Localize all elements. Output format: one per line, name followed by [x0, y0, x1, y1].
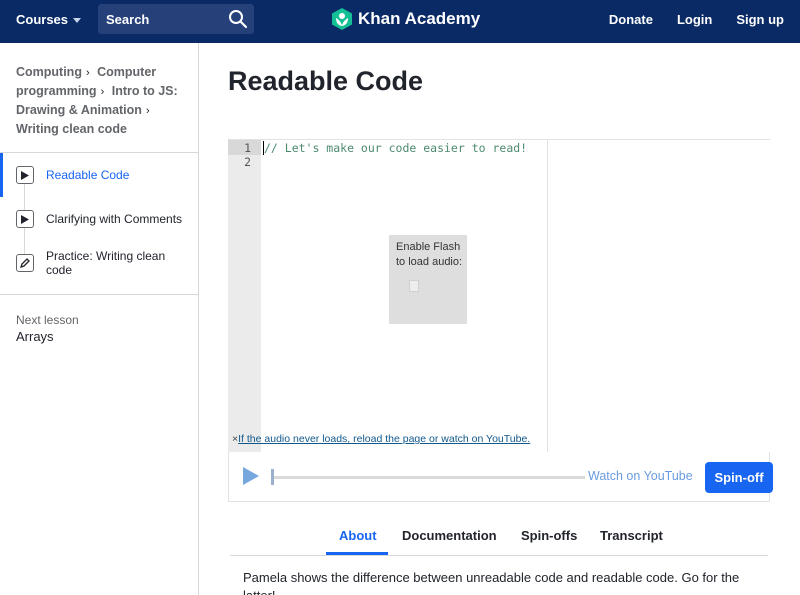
breadcrumb-item[interactable]: Writing clean code	[16, 122, 127, 136]
chevron-right-icon: ›	[100, 86, 105, 98]
lesson-label: Clarifying with Comments	[46, 212, 183, 226]
play-icon[interactable]	[243, 467, 259, 485]
signup-link[interactable]: Sign up	[736, 12, 784, 27]
lesson-label: Practice: Writing clean code	[46, 249, 166, 277]
plugin-icon	[409, 280, 419, 292]
chevron-down-icon	[73, 18, 82, 23]
next-lesson-link[interactable]: Arrays	[16, 329, 54, 344]
search-box	[98, 4, 254, 34]
flash-prompt[interactable]: Enable Flash to load audio:	[389, 235, 467, 324]
login-link[interactable]: Login	[677, 12, 712, 27]
tab-about[interactable]: About	[339, 528, 377, 543]
lesson-connector	[24, 241, 25, 255]
line-number-gutter: 1 2	[228, 140, 261, 452]
lesson-item-clarifying-comments[interactable]: Clarifying with Comments	[0, 197, 199, 241]
talkthrough-player: Watch on YouTube Spin-off	[228, 452, 773, 502]
progress-track[interactable]	[272, 476, 585, 479]
sidebar-divider	[0, 294, 199, 295]
lesson-connector	[24, 182, 25, 197]
courses-label: Courses	[16, 12, 69, 27]
lesson-item-practice[interactable]: Practice: Writing clean code	[0, 241, 199, 285]
pencil-icon	[16, 254, 34, 272]
play-icon	[16, 210, 34, 228]
tab-transcript[interactable]: Transcript	[600, 528, 663, 543]
leaf-logo-icon	[332, 8, 352, 30]
lesson-label: Readable Code	[46, 168, 130, 182]
top-nav-bar: Courses Khan Academy Donate Login Sign u…	[0, 0, 800, 43]
watch-on-youtube-link[interactable]: Watch on YouTube	[588, 469, 693, 483]
breadcrumb: Computing › Computer programming › Intro t…	[16, 63, 191, 138]
tab-spin-offs[interactable]: Spin-offs	[521, 528, 577, 543]
spin-off-button[interactable]: Spin-off	[705, 462, 773, 493]
active-tab-indicator	[326, 552, 388, 555]
breadcrumb-item[interactable]: Computing	[16, 65, 82, 79]
search-icon[interactable]	[228, 9, 248, 29]
code-line: // Let's make our code easier to read!	[264, 141, 528, 155]
lesson-list: Readable Code Clarifying with Comments P…	[0, 153, 199, 285]
lesson-item-readable-code[interactable]: Readable Code	[0, 153, 199, 197]
chevron-right-icon: ›	[85, 67, 90, 79]
nav-right-links: Donate Login Sign up	[609, 12, 784, 27]
code-editor: 1 2 // Let's make our code easier to rea…	[228, 139, 770, 452]
lesson-sidebar: Computing › Computer programming › Intro t…	[0, 43, 199, 595]
donate-link[interactable]: Donate	[609, 12, 653, 27]
lesson-connector	[24, 228, 25, 241]
next-lesson-heading: Next lesson	[16, 313, 79, 327]
scrub-handle[interactable]	[271, 469, 274, 485]
lesson-description: Pamela shows the difference between unre…	[243, 570, 740, 595]
content-tabs: About Documentation Spin-offs Transcript	[230, 520, 768, 556]
lesson-connector	[24, 197, 25, 210]
line-number: 2	[244, 155, 251, 169]
logo-text: Khan Academy	[358, 9, 481, 28]
tab-documentation[interactable]: Documentation	[402, 528, 497, 543]
chevron-right-icon: ›	[145, 105, 150, 117]
line-number: 1	[244, 141, 251, 155]
audio-help-link[interactable]: If the audio never loads, reload the pag…	[238, 433, 530, 445]
flash-message: Enable Flash to load audio:	[396, 241, 463, 268]
audio-note: ×If the audio never loads, reload the pa…	[232, 433, 530, 445]
play-icon	[16, 166, 34, 184]
khan-academy-logo[interactable]: Khan Academy	[332, 8, 480, 30]
courses-menu[interactable]: Courses	[16, 12, 82, 27]
search-input[interactable]	[98, 4, 222, 34]
code-text-area[interactable]: // Let's make our code easier to read! E…	[261, 140, 548, 452]
page-title: Readable Code	[228, 66, 424, 96]
